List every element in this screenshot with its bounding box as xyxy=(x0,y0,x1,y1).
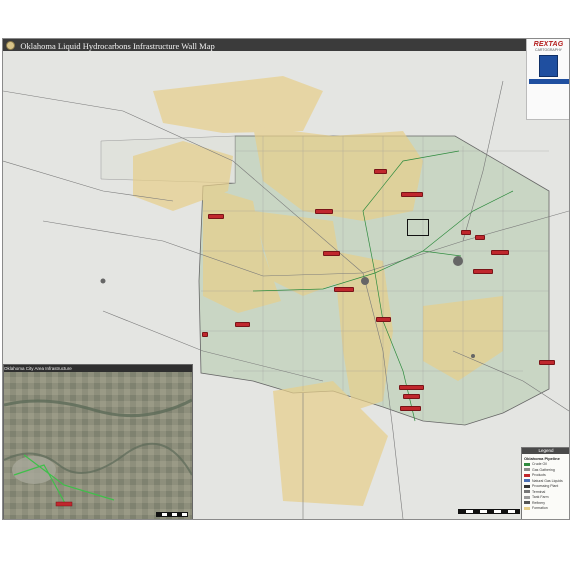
legend-item: Formation xyxy=(524,506,569,512)
city-amarillo xyxy=(100,278,106,284)
facility-label[interactable] xyxy=(315,209,333,214)
legend-panel: Legend Oklahoma Pipeline Crude Oil Gas Ga… xyxy=(521,447,569,519)
facility-label[interactable] xyxy=(475,235,485,240)
facility-label[interactable] xyxy=(403,394,420,399)
facility-label[interactable] xyxy=(374,169,387,174)
brand-logo: REXTAG xyxy=(533,41,564,48)
facility-label[interactable] xyxy=(235,322,250,327)
facility-label[interactable] xyxy=(334,287,354,292)
city-tulsa xyxy=(453,256,463,266)
legend-swatch xyxy=(524,506,530,510)
facility-label[interactable] xyxy=(461,230,471,235)
legend-label: Gas Gathering xyxy=(532,467,555,472)
state-flag-icon xyxy=(539,55,558,77)
map-scale-bar xyxy=(458,509,520,514)
legend-label: Refinery xyxy=(532,500,546,505)
legend-header: Legend xyxy=(522,448,569,454)
state-emblem-icon xyxy=(6,41,15,51)
legend-label: Tank Farm xyxy=(532,495,549,499)
legend-label: Products xyxy=(532,473,546,477)
legend-label: Processing Plant xyxy=(532,484,559,488)
legend-swatch xyxy=(524,479,530,483)
legend-subtitle: Oklahoma Pipeline xyxy=(524,456,560,461)
legend-swatch xyxy=(524,473,530,477)
facility-label[interactable] xyxy=(202,332,208,337)
inset-focus-box[interactable] xyxy=(407,219,429,236)
legend-swatch xyxy=(524,484,530,488)
city-mcalester xyxy=(471,354,475,358)
legend-swatch xyxy=(524,462,530,466)
legend-label: Terminal xyxy=(532,489,546,494)
map-title-bar: Oklahoma Liquid Hydrocarbons Infrastruct… xyxy=(3,39,569,51)
facility-label[interactable] xyxy=(399,385,424,390)
legend-rows: Crude Oil Gas Gathering Products Natural Ga… xyxy=(522,462,569,512)
date-badge xyxy=(528,79,569,84)
legend-label: Natural Gas Liquids xyxy=(532,478,563,483)
legend-label: Formation xyxy=(532,506,548,510)
inset-facility-label[interactable] xyxy=(55,501,73,507)
legend-swatch xyxy=(524,501,530,505)
facility-label[interactable] xyxy=(400,406,421,411)
inset-imagery xyxy=(4,365,192,519)
inset-map[interactable]: Oklahoma City Area Infrastructure xyxy=(3,364,193,519)
city-oklahoma-city xyxy=(361,277,369,285)
facility-label[interactable] xyxy=(208,214,224,219)
facility-label[interactable] xyxy=(376,317,391,322)
map-title: Oklahoma Liquid Hydrocarbons Infrastruct… xyxy=(20,40,215,51)
legend-label: Crude Oil xyxy=(532,462,547,466)
legend-swatch xyxy=(524,468,530,472)
facility-label[interactable] xyxy=(539,360,555,365)
facility-label[interactable] xyxy=(401,192,423,197)
inset-scale-bar xyxy=(156,512,188,517)
inset-title: Oklahoma City Area Infrastructure xyxy=(4,365,192,372)
facility-label[interactable] xyxy=(473,269,493,274)
legend-swatch xyxy=(524,495,530,499)
legend-swatch xyxy=(524,490,530,494)
facility-label[interactable] xyxy=(491,250,509,255)
facility-label[interactable] xyxy=(323,251,340,256)
logo-panel: REXTAG CARTOGRAPHY xyxy=(526,39,569,120)
brand-subtitle: CARTOGRAPHY xyxy=(535,48,562,52)
map-frame: Oklahoma Liquid Hydrocarbons Infrastruct… xyxy=(2,38,570,520)
